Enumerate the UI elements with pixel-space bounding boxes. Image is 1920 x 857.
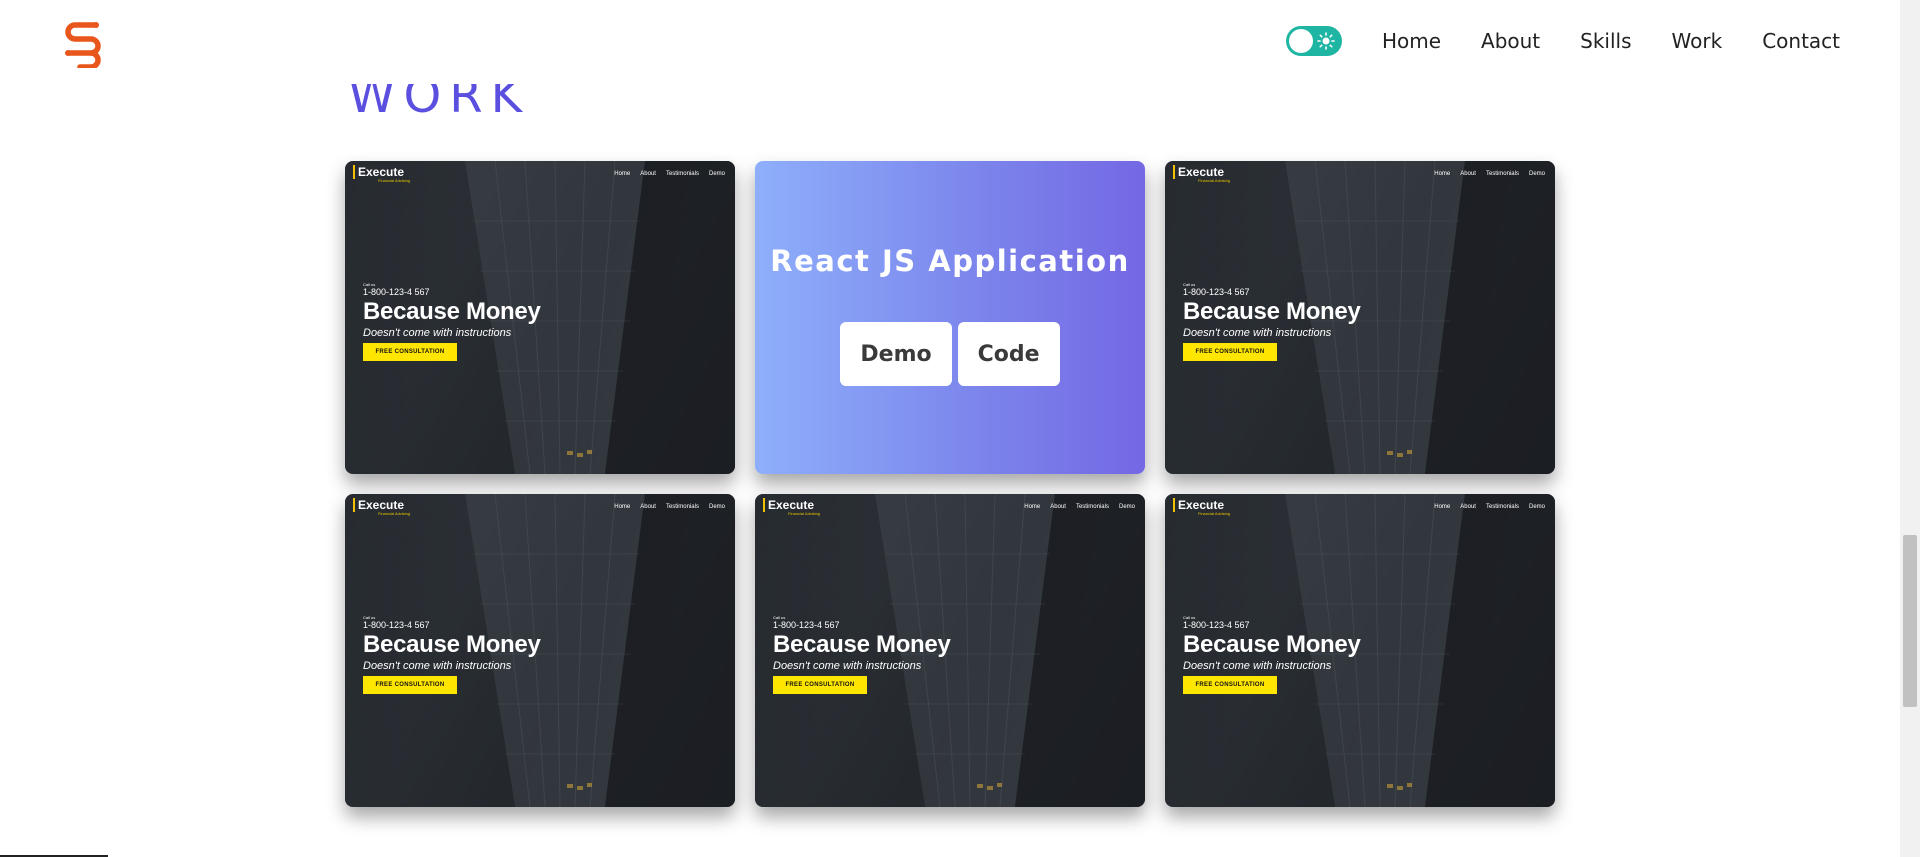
preview-menu-item: About: [1050, 504, 1066, 510]
preview-tagline: Financial Advising: [1198, 178, 1231, 183]
preview-cta: FREE CONSULTATION: [1183, 343, 1277, 361]
nav-contact[interactable]: Contact: [1762, 29, 1840, 53]
preview-tagline: Financial Advising: [788, 511, 821, 516]
preview-menu-item: Demo: [1528, 504, 1545, 510]
preview-cta: FREE CONSULTATION: [1183, 676, 1277, 694]
preview-phone: 1-800-123-4 567: [363, 620, 430, 630]
preview-tagline: Financial Advising: [378, 178, 411, 183]
preview-headline: Because Money: [363, 298, 541, 325]
page-scrollbar[interactable]: [1900, 0, 1920, 857]
preview-brand: Execute: [763, 498, 814, 512]
project-card[interactable]: Execute Financial Advising Home About Te…: [345, 494, 735, 807]
preview-menu-item: Demo: [1528, 171, 1545, 177]
preview-subheadline: Doesn't come with instructions: [363, 660, 512, 672]
preview-menu-item: Home: [1434, 171, 1451, 177]
preview-menu-item: Home: [1434, 504, 1451, 510]
preview-menu-item: Testimonials: [1485, 504, 1519, 510]
preview-brand: Execute: [353, 498, 404, 512]
nav-skills[interactable]: Skills: [1580, 29, 1631, 53]
preview-subheadline: Doesn't come with instructions: [773, 660, 922, 672]
project-actions: Demo Code: [840, 322, 1060, 386]
preview-cta: FREE CONSULTATION: [363, 676, 457, 694]
preview-menu-item: About: [640, 171, 656, 177]
toggle-knob: [1288, 29, 1313, 53]
sun-icon: [1317, 32, 1335, 50]
preview-headline: Because Money: [363, 631, 541, 658]
preview-phone: 1-800-123-4 567: [773, 620, 840, 630]
site-header: Home About Skills Work Contact: [0, 0, 1900, 84]
preview-menu: Home About Testimonials Demo: [614, 504, 725, 510]
preview-menu-item: Testimonials: [1075, 504, 1109, 510]
preview-phone: 1-800-123-4 567: [1183, 287, 1250, 297]
scrollbar-thumb[interactable]: [1903, 535, 1917, 707]
preview-menu-item: About: [1460, 504, 1476, 510]
projects-grid: Execute Financial Advising Home About Te…: [345, 161, 1555, 807]
preview-brand: Execute: [1173, 498, 1224, 512]
preview-brand: Execute: [353, 165, 404, 179]
preview-tagline: Financial Advising: [1198, 511, 1231, 516]
preview-menu: Home About Testimonials Demo: [1434, 504, 1545, 510]
project-card[interactable]: Execute Financial Advising Home About Te…: [345, 161, 735, 474]
nav-home[interactable]: Home: [1382, 29, 1441, 53]
preview-menu-item: Demo: [708, 171, 725, 177]
preview-phone: 1-800-123-4 567: [1183, 620, 1250, 630]
preview-subheadline: Doesn't come with instructions: [363, 327, 512, 339]
preview-phone: 1-800-123-4 567: [363, 287, 430, 297]
project-title: React JS Application: [770, 244, 1130, 278]
project-card-hover[interactable]: React JS Application Demo Code: [755, 161, 1145, 474]
project-card[interactable]: Execute Financial Advising Home About Te…: [1165, 161, 1555, 474]
code-button[interactable]: Code: [957, 322, 1060, 386]
preview-brand: Execute: [1173, 165, 1224, 179]
s-link-logo-icon[interactable]: [58, 18, 108, 68]
preview-menu-item: Demo: [1118, 504, 1135, 510]
preview-menu: Home About Testimonials Demo: [1024, 504, 1135, 510]
project-card[interactable]: Execute Financial Advising Home About Te…: [755, 494, 1145, 807]
main-nav: Home About Skills Work Contact: [1285, 26, 1840, 56]
preview-menu-item: Testimonials: [665, 171, 699, 177]
preview-menu-item: Testimonials: [665, 504, 699, 510]
preview-menu-item: Testimonials: [1485, 171, 1519, 177]
preview-menu-item: Home: [1024, 504, 1041, 510]
project-card[interactable]: Execute Financial Advising Home About Te…: [1165, 494, 1555, 807]
preview-subheadline: Doesn't come with instructions: [1183, 660, 1332, 672]
nav-about[interactable]: About: [1481, 29, 1540, 53]
theme-toggle[interactable]: [1285, 26, 1342, 56]
preview-headline: Because Money: [1183, 298, 1361, 325]
preview-tagline: Financial Advising: [378, 511, 411, 516]
preview-cta: FREE CONSULTATION: [773, 676, 867, 694]
nav-work[interactable]: Work: [1672, 29, 1723, 53]
preview-menu: Home About Testimonials Demo: [614, 171, 725, 177]
preview-menu-item: Demo: [708, 504, 725, 510]
preview-menu-item: About: [640, 504, 656, 510]
preview-menu-item: About: [1460, 171, 1476, 177]
preview-menu: Home About Testimonials Demo: [1434, 171, 1545, 177]
preview-headline: Because Money: [1183, 631, 1361, 658]
preview-cta: FREE CONSULTATION: [363, 343, 457, 361]
preview-menu-item: Home: [614, 504, 631, 510]
demo-button[interactable]: Demo: [840, 322, 952, 386]
preview-subheadline: Doesn't come with instructions: [1183, 327, 1332, 339]
preview-headline: Because Money: [773, 631, 951, 658]
preview-menu-item: Home: [614, 171, 631, 177]
